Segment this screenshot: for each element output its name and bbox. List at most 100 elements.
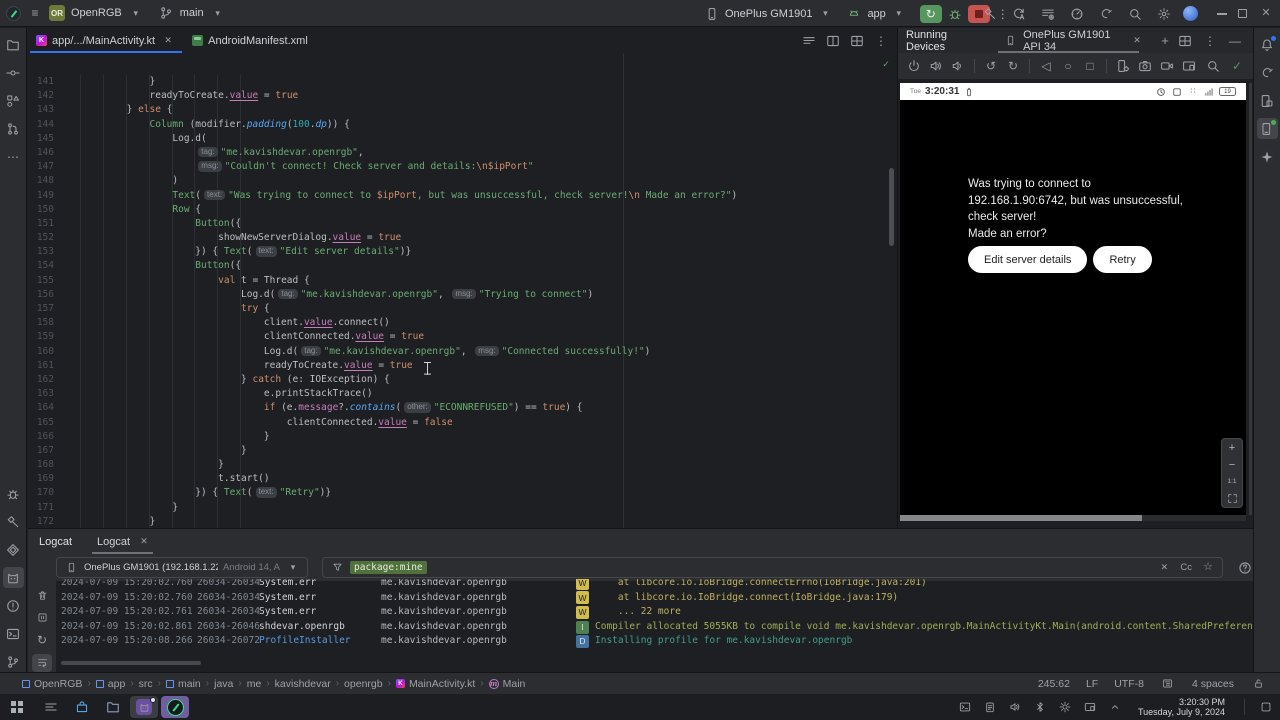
branch-selector[interactable]: main — [180, 7, 204, 19]
line-number[interactable]: 163 — [28, 387, 54, 401]
line-number[interactable]: 155 — [28, 274, 54, 288]
close-tab-icon[interactable]: ✕ — [1129, 33, 1145, 49]
line-number[interactable]: 162 — [28, 373, 54, 387]
code-line[interactable]: 146 tag:"me.kavishdevar.openrgb", — [28, 146, 897, 160]
volume-down-icon[interactable] — [950, 58, 966, 74]
logcat-tab[interactable]: Logcat ✕ — [94, 529, 155, 554]
line-number[interactable]: 161 — [28, 359, 54, 373]
app-quality-insights-tool-icon[interactable] — [3, 539, 24, 560]
overview-icon[interactable]: □ — [1082, 58, 1098, 74]
code-line[interactable]: 162 } catch (e: IOException) { — [28, 373, 897, 387]
line-number[interactable]: 172 — [28, 515, 54, 528]
clipboard-tray-icon[interactable] — [982, 699, 998, 715]
code-line[interactable]: 152 showNewServerDialog.value = true — [28, 231, 897, 245]
line-number[interactable]: 171 — [28, 501, 54, 515]
file-explorer-taskbar-icon[interactable] — [99, 696, 127, 718]
debug-tool-icon[interactable] — [3, 483, 24, 504]
add-device-icon[interactable]: + — [1157, 33, 1173, 49]
close-tab-icon[interactable]: ✕ — [160, 33, 176, 49]
volume-up-icon[interactable] — [928, 58, 944, 74]
zoom-out-button[interactable]: − — [1222, 456, 1242, 473]
line-number[interactable]: 168 — [28, 458, 54, 472]
line-number[interactable]: 165 — [28, 416, 54, 430]
line-number[interactable]: 159 — [28, 330, 54, 344]
code-line[interactable]: 166 } — [28, 430, 897, 444]
project-selector[interactable]: OpenRGB — [71, 7, 122, 19]
soft-wrap-button[interactable] — [32, 654, 52, 673]
volume-tray-icon[interactable] — [1007, 699, 1023, 715]
breadcrumb-app[interactable]: app — [96, 678, 126, 690]
line-number[interactable]: 145 — [28, 132, 54, 146]
clear-filter-icon[interactable]: ✕ — [1156, 560, 1172, 576]
display-mode-icon[interactable] — [1181, 58, 1197, 74]
search-everywhere-icon[interactable] — [1127, 6, 1143, 22]
device-manager-list-icon[interactable] — [1040, 6, 1056, 22]
code-line[interactable]: 154 Button({ — [28, 259, 897, 273]
line-number[interactable]: 141 — [28, 75, 54, 89]
code-line[interactable]: 165 clientConnected.value = false — [28, 416, 897, 430]
editor-scrollbar[interactable] — [889, 168, 894, 246]
line-number[interactable]: 154 — [28, 259, 54, 273]
code-line[interactable]: 143 } else { — [28, 103, 897, 117]
brightness-tray-icon[interactable] — [1057, 699, 1073, 715]
line-number[interactable]: 160 — [28, 345, 54, 359]
run-config-selector[interactable]: app — [867, 8, 885, 20]
code-line[interactable]: 156 Log.d(tag:"me.kavishdevar.openrgb", … — [28, 288, 897, 302]
device-search-icon[interactable] — [1205, 58, 1221, 74]
device-tab[interactable]: OnePlus GM1901 API 34 ✕ — [998, 28, 1149, 53]
apply-changes-icon[interactable] — [1011, 6, 1027, 22]
gradle-sync-icon[interactable] — [1098, 6, 1114, 22]
code-line[interactable]: 151 Button({ — [28, 217, 897, 231]
code-line[interactable]: 155 val t = Thread { — [28, 274, 897, 288]
code-line[interactable]: 158 client.value.connect() — [28, 316, 897, 330]
device-vscrollbar[interactable] — [1249, 83, 1252, 515]
breadcrumb-main[interactable]: main — [166, 678, 201, 690]
minimize-button[interactable] — [1217, 13, 1227, 15]
code-line[interactable]: 150 Row { — [28, 203, 897, 217]
code-line[interactable]: 157 try { — [28, 302, 897, 316]
start-taskbar-icon[interactable] — [6, 696, 34, 718]
logcat-row[interactable]: 2024-07-09 15:20:02.76026034-26034System… — [56, 579, 1253, 591]
logcat-output[interactable]: 2024-07-09 15:20:02.76026034-26034System… — [56, 579, 1253, 657]
code-line[interactable]: 145 Log.d( — [28, 132, 897, 146]
notification-center-icon[interactable] — [1258, 699, 1274, 715]
more-tools-tool-icon[interactable]: ⋯ — [3, 146, 24, 167]
tab-list-icon[interactable] — [801, 33, 817, 49]
line-number[interactable]: 144 — [28, 118, 54, 132]
favorite-filter-icon[interactable]: ☆ — [1200, 560, 1216, 576]
code-line[interactable]: 141 } — [28, 75, 897, 89]
close-tab-icon[interactable]: ✕ — [136, 534, 152, 550]
build-icon[interactable] — [982, 6, 998, 22]
logcat-row[interactable]: 2024-07-09 15:20:02.76126034-26034System… — [56, 605, 1253, 620]
resource-manager-tool-icon[interactable] — [3, 90, 24, 111]
line-number[interactable]: 167 — [28, 444, 54, 458]
gemini-tool-icon[interactable] — [1257, 146, 1278, 167]
device-hscrollbar[interactable] — [900, 515, 1246, 521]
restart-logcat-button[interactable]: ↻ — [32, 631, 52, 650]
android-studio-taskbar-icon[interactable] — [161, 696, 189, 718]
line-number[interactable]: 157 — [28, 302, 54, 316]
code-line[interactable]: 160 Log.d(tag:"me.kavishdevar.openrgb", … — [28, 345, 897, 359]
zoom-fit-button[interactable] — [1222, 490, 1242, 507]
settings-icon[interactable] — [1156, 6, 1172, 22]
editor-grid-icon[interactable] — [849, 33, 865, 49]
code-line[interactable]: 171 } — [28, 501, 897, 515]
code-line[interactable]: 149 Text(text:"Was trying to connect to … — [28, 189, 897, 203]
tab-mainactivity[interactable]: app/.../MainActivity.kt ✕ — [28, 28, 184, 53]
close-window-button[interactable]: ✕ — [1258, 6, 1274, 22]
more-v-icon[interactable]: ⋮ — [1202, 33, 1218, 49]
line-separator[interactable]: LF — [1086, 678, 1098, 690]
tab-androidmanifest[interactable]: AndroidManifest.xml — [184, 28, 316, 53]
device-manager-tool-icon[interactable] — [1257, 90, 1278, 111]
notifications-tool-icon[interactable] — [1257, 34, 1278, 55]
maximize-button[interactable] — [1238, 9, 1247, 18]
hide-icon[interactable]: — — [1227, 33, 1243, 49]
line-number[interactable]: 150 — [28, 203, 54, 217]
line-number[interactable]: 147 — [28, 160, 54, 174]
line-number[interactable]: 170 — [28, 486, 54, 500]
store-taskbar-icon[interactable] — [68, 696, 96, 718]
indent-size[interactable]: 4 spaces — [1192, 678, 1234, 690]
project-tool-icon[interactable] — [3, 34, 24, 55]
breadcrumb-kavishdevar[interactable]: kavishdevar — [275, 678, 331, 690]
logcat-row[interactable]: 2024-07-09 15:20:08.26626034-26072Profil… — [56, 634, 1253, 649]
